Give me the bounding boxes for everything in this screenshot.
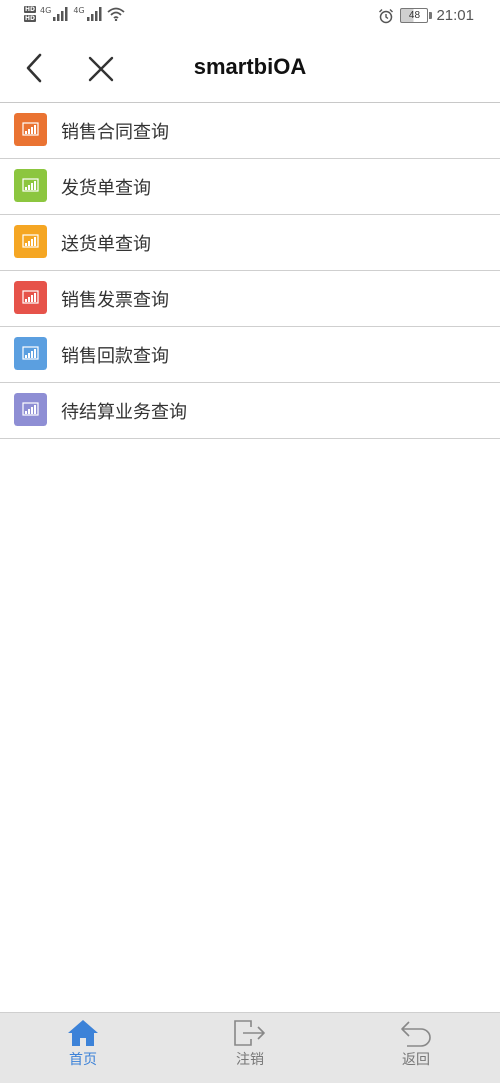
tab-home[interactable]: 首页 [43, 1019, 123, 1079]
tab-return[interactable]: 返回 [376, 1019, 456, 1079]
menu-item[interactable]: 待结算业务查询 [0, 383, 500, 439]
hd-badges: HD HD [24, 6, 37, 22]
status-left: HD HD 4G 4G [24, 6, 125, 22]
menu-item-label: 发货单查询 [61, 178, 151, 199]
page-title: smartbiOA [193, 54, 307, 79]
network-type: 4G [73, 6, 85, 15]
alarm-icon [379, 8, 394, 23]
menu-item-label: 待结算业务查询 [61, 402, 187, 423]
chart-icon [14, 393, 47, 426]
chart-icon [14, 337, 47, 370]
menu-item[interactable]: 送货单查询 [0, 215, 500, 271]
chart-icon [14, 281, 47, 314]
chart-icon [14, 113, 47, 146]
network-type: 4G [40, 6, 52, 15]
menu-item[interactable]: 销售回款查询 [0, 327, 500, 383]
wifi-icon [107, 7, 125, 21]
tab-label: 返回 [402, 1052, 430, 1068]
tab-logout[interactable]: 注销 [210, 1019, 290, 1079]
menu-item-label: 送货单查询 [61, 234, 151, 255]
logout-icon [234, 1020, 265, 1046]
hd-badge: HD [24, 15, 37, 22]
menu-item-label: 销售合同查询 [61, 122, 169, 143]
clock: 21:01 [436, 7, 474, 24]
tab-label: 首页 [69, 1052, 97, 1068]
status-right: 48 21:01 [378, 7, 474, 24]
hd-badge: HD [24, 6, 37, 13]
tab-label: 注销 [236, 1052, 264, 1068]
status-bar: HD HD 4G 4G 48 21:01 [0, 0, 500, 34]
menu-list: 销售合同查询 发货单查询送货单查询销售发票查询 销售回款查询 待结算业务查询 [0, 103, 500, 439]
chart-icon [14, 225, 47, 258]
menu-item-label: 销售回款查询 [61, 346, 169, 367]
nav-bar: smartbiOA [0, 34, 500, 103]
battery-icon: 48 [400, 8, 433, 23]
menu-item[interactable]: 发货单查询 [0, 159, 500, 215]
home-icon [68, 1020, 98, 1046]
menu-item-label: 销售发票查询 [61, 290, 169, 311]
menu-item[interactable]: 销售发票查询 [0, 271, 500, 327]
return-icon [401, 1021, 431, 1047]
signal-icon [53, 7, 68, 21]
signal-icon [86, 7, 102, 21]
bottom-tab-bar: 首页 注销 返回 [0, 1012, 500, 1083]
chart-icon [14, 169, 47, 202]
menu-item[interactable]: 销售合同查询 [0, 103, 500, 159]
